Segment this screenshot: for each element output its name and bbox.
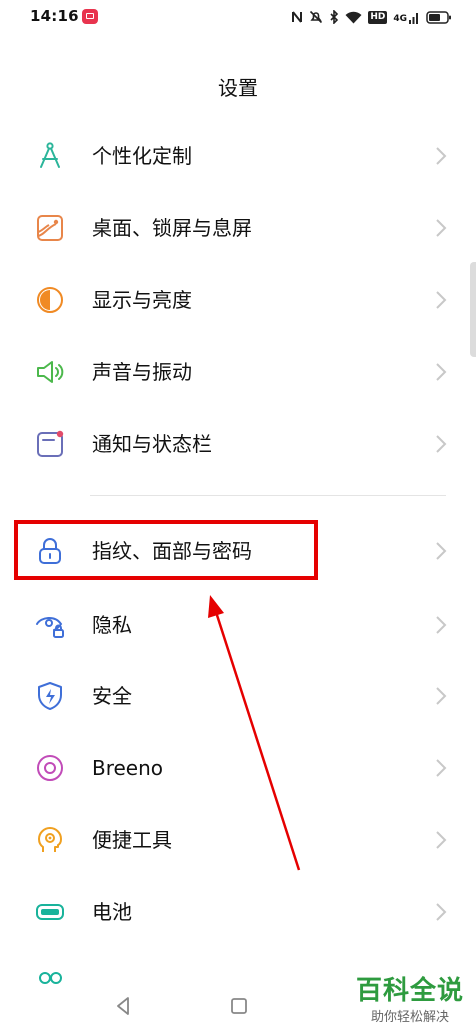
settings-item-label: Breeno xyxy=(92,756,164,780)
settings-item-label: 声音与振动 xyxy=(92,360,192,384)
settings-item-label: 显示与亮度 xyxy=(92,288,192,312)
chevron-right-icon xyxy=(436,903,447,921)
breeno-icon xyxy=(37,755,63,781)
head-gear-icon xyxy=(38,827,62,852)
settings-item-label: 电池 xyxy=(92,900,132,924)
settings-item-sound-vibration[interactable]: 声音与振动 xyxy=(0,342,476,402)
status-icons: HD 4G xyxy=(291,7,452,27)
speaker-icon xyxy=(37,361,64,383)
nfc-icon xyxy=(292,11,303,23)
chevron-right-icon xyxy=(436,435,447,453)
privacy-eye-icon xyxy=(36,617,64,638)
hd-icon: HD xyxy=(368,10,388,24)
brightness-icon xyxy=(37,287,63,313)
bluetooth-icon xyxy=(330,10,339,24)
chevron-right-icon xyxy=(436,363,447,381)
settings-item-breeno[interactable]: Breeno xyxy=(0,738,476,798)
chevron-right-icon xyxy=(436,147,447,165)
status-time: 14:16 xyxy=(30,7,79,25)
chevron-right-icon xyxy=(436,542,447,560)
shield-icon xyxy=(38,682,62,710)
network-type-label: 4G xyxy=(393,13,407,24)
mute-icon xyxy=(310,10,323,24)
settings-item-label: 通知与状态栏 xyxy=(92,432,212,456)
section-divider xyxy=(90,495,446,496)
settings-item-label: 便捷工具 xyxy=(92,828,172,852)
settings-item-display-brightness[interactable]: 显示与亮度 xyxy=(0,270,476,330)
chevron-right-icon xyxy=(436,687,447,705)
settings-item-label: 隐私 xyxy=(92,613,132,637)
settings-item-label: 桌面、锁屏与息屏 xyxy=(92,216,252,240)
home-square-icon[interactable] xyxy=(228,995,250,1017)
settings-item-convenience-tools[interactable]: 便捷工具 xyxy=(0,810,476,870)
settings-item-label: 安全 xyxy=(92,684,132,708)
settings-item-privacy[interactable]: 隐私 xyxy=(0,595,476,655)
settings-item-battery[interactable]: 电池 xyxy=(0,882,476,942)
chevron-right-icon xyxy=(436,759,447,777)
wifi-icon xyxy=(345,11,362,23)
chevron-right-icon xyxy=(436,219,447,237)
chevron-right-icon xyxy=(436,831,447,849)
scrollbar-handle[interactable] xyxy=(470,262,476,357)
settings-item-notification-statusbar[interactable]: 通知与状态栏 xyxy=(0,414,476,474)
settings-item-personalization[interactable]: 个性化定制 xyxy=(0,126,476,186)
red-app-icon xyxy=(82,9,98,24)
watermark-logo: 百科全说 xyxy=(355,976,464,1006)
wallpaper-icon xyxy=(37,215,63,241)
chevron-right-icon xyxy=(436,616,447,634)
watermark-subtitle: 助你轻松解决 xyxy=(370,1010,449,1025)
page-title: 设置 xyxy=(218,76,258,100)
settings-item-security[interactable]: 安全 xyxy=(0,666,476,726)
compass-icon xyxy=(40,142,60,168)
back-triangle-icon[interactable] xyxy=(113,995,135,1017)
notification-icon xyxy=(37,430,64,457)
settings-item-desktop-lockscreen[interactable]: 桌面、锁屏与息屏 xyxy=(0,198,476,258)
watermark: 百科全说 助你轻松解决 xyxy=(354,975,466,1033)
4g-signal-icon: 4G xyxy=(393,11,420,24)
status-bar: 14:16 HD 4G xyxy=(0,0,476,34)
battery-icon xyxy=(36,904,64,920)
chevron-right-icon xyxy=(436,291,447,309)
battery-icon xyxy=(426,10,451,24)
users-icon xyxy=(39,972,62,984)
annotation-highlight-box xyxy=(14,520,318,580)
settings-item-label: 个性化定制 xyxy=(92,144,192,168)
